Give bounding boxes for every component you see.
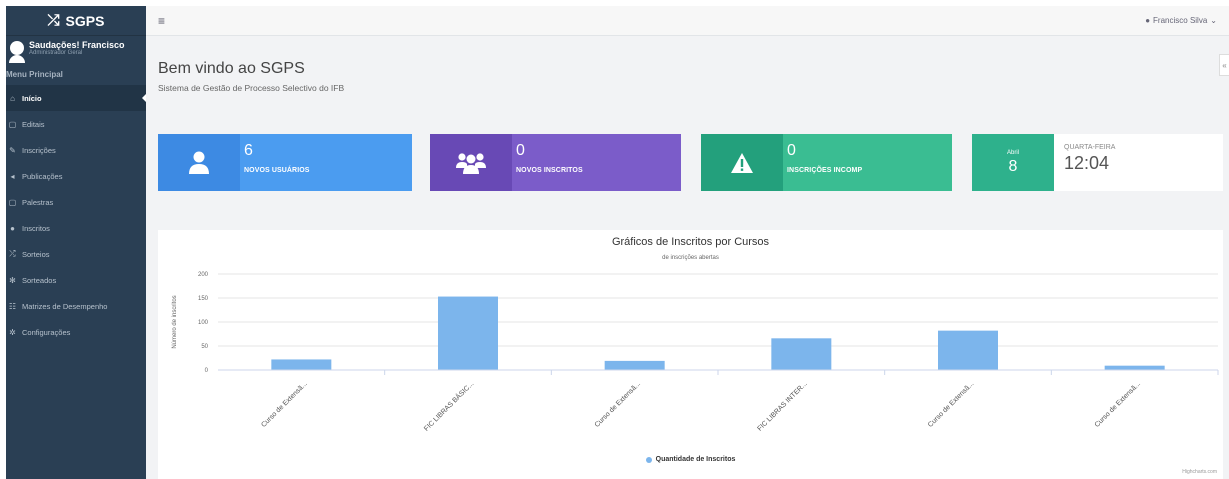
legend-marker — [645, 456, 652, 463]
tile-value: 6 — [244, 142, 253, 159]
tile-value: 0 — [516, 142, 525, 159]
main-content: Bem vindo ao SGPS Sistema de Gestão de P… — [146, 36, 1229, 479]
warning-icon — [701, 134, 783, 191]
user-icon: ● — [1145, 16, 1151, 25]
file-icon: ▢ — [8, 119, 17, 129]
sidebar-item-label: Inscrições — [22, 145, 56, 155]
calendar-day: 8 — [1008, 157, 1018, 175]
table-icon: ☷ — [8, 301, 17, 311]
edit-icon: ✎ — [9, 145, 16, 155]
y-tick-label: 150 — [198, 296, 209, 302]
y-tick-label: 50 — [201, 344, 208, 350]
top-nav: ≡ ● Francisco Silva ⌄ — [146, 6, 1229, 36]
chart-legend[interactable]: Quantidade de Inscritos — [158, 456, 1223, 463]
x-tick-label: Curso de Extensã... — [927, 380, 975, 428]
sidebar-item-label: Sorteios — [22, 249, 50, 259]
users-icon: ● — [10, 223, 15, 233]
tile-label: INSCRIÇÕES INCOMP — [787, 167, 863, 174]
user-role: Administrador Geral — [29, 50, 83, 57]
bar — [438, 296, 498, 370]
chevron-left-icon: « — [1222, 60, 1227, 70]
menu-toggle-icon[interactable]: ≡ — [158, 14, 165, 28]
home-icon: ⌂ — [10, 93, 15, 103]
x-tick-label: Curso de Extensã... — [594, 380, 642, 428]
tile-label: NOVOS INSCRITOS — [516, 167, 583, 174]
settings-toggle[interactable]: « — [1219, 54, 1229, 76]
page-title: Bem vindo ao SGPS — [158, 60, 305, 77]
page-subtitle: Sistema de Gestão de Processo Selectivo … — [158, 83, 345, 93]
sidebar-item-label: Configurações — [22, 327, 71, 337]
x-tick-label: FIC LIBRAS BÁSIC... — [422, 379, 476, 433]
menu-title: Menu Principal — [6, 70, 63, 79]
file-icon: ▢ — [8, 197, 17, 207]
tile-inscricoes-incompletas[interactable]: 0 INSCRIÇÕES INCOMP — [701, 134, 952, 191]
bar-chart: 0 50 100 150 200 Número de inscritos Curso de … — [172, 272, 1219, 433]
calendar-box: Abril 8 — [972, 134, 1054, 191]
brand-name: SGPS — [65, 12, 105, 29]
tile-label: NOVOS USUÁRIOS — [244, 167, 310, 174]
x-tick-label: FIC LIBRAS INTER... — [756, 380, 808, 432]
user-menu[interactable]: ● Francisco Silva ⌄ — [1145, 16, 1217, 25]
megaphone-icon: ◂ — [10, 171, 15, 181]
sidebar: ⤮ SGPS Saudações! Francisco Administrado… — [6, 6, 146, 479]
tile-value: 0 — [787, 142, 796, 159]
shuffle-icon: ⤮ — [9, 249, 16, 258]
bar — [604, 360, 665, 370]
tile-novos-inscritos[interactable]: 0 NOVOS INSCRITOS — [430, 134, 681, 191]
sidebar-item-label: Publicações — [22, 171, 63, 181]
chevron-down-icon: ⌄ — [1210, 16, 1217, 25]
y-tick-label: 0 — [205, 368, 209, 374]
bar — [1104, 365, 1165, 370]
cogs-icon: ✲ — [9, 327, 16, 337]
brand[interactable]: ⤮ SGPS — [6, 6, 146, 36]
sidebar-item-editais[interactable]: ▢ Editais — [6, 111, 146, 137]
sidebar-item-configuracoes[interactable]: ✲ Configurações — [6, 319, 146, 345]
sidebar-item-label: Palestras — [22, 197, 54, 207]
legend-label: Quantidade de Inscritos — [655, 456, 736, 463]
sidebar-item-inscricoes[interactable]: ✎ Inscrições — [6, 137, 146, 163]
sidebar-item-palestras[interactable]: ▢ Palestras — [6, 189, 146, 215]
weekday: QUARTA-FEIRA — [1064, 144, 1116, 151]
calendar-month: Abril — [1006, 149, 1019, 156]
app-root: ⤮ SGPS Saudações! Francisco Administrado… — [0, 0, 1229, 479]
shuffle-logo-icon: ⤮ — [47, 12, 60, 29]
user-icon — [158, 134, 240, 191]
tile-novos-usuarios[interactable]: 6 NOVOS USUÁRIOS — [158, 134, 412, 191]
sidebar-item-sorteados[interactable]: ✻ Sorteados — [6, 267, 146, 293]
sidebar-item-label: Inscritos — [22, 223, 50, 233]
y-axis-label: Número de inscritos — [172, 295, 178, 348]
sidebar-item-label: Matrizes de Desempenho — [22, 301, 108, 311]
group-icon — [430, 134, 512, 191]
tile-date-time: Abril 8 QUARTA-FEIRA 12:04 — [972, 134, 1223, 191]
sidebar-item-label: Editais — [22, 119, 45, 129]
sidebar-item-matrizes[interactable]: ☷ Matrizes de Desempenho — [6, 293, 146, 319]
greeting: Saudações! Francisco — [29, 40, 125, 50]
y-tick-label: 100 — [198, 320, 209, 326]
chart-panel: Gráficos de Inscritos por Cursos de insc… — [158, 230, 1223, 479]
clock-time: 12:04 — [1064, 153, 1110, 173]
x-tick-label: Curso de Extensã... — [260, 380, 308, 428]
profile: Saudações! Francisco Administrador Geral — [6, 36, 146, 66]
sidebar-item-inicio[interactable]: ⌂ Início — [6, 85, 146, 111]
sidebar-menu: ⌂ Início ▢ Editais ✎ Inscrições ◂ Publicaçõe… — [6, 85, 146, 345]
sidebar-item-label: Sorteados — [22, 275, 57, 285]
x-tick-label: Curso de Extensã... — [1094, 380, 1142, 428]
avatar — [9, 41, 25, 63]
gear-icon: ✻ — [9, 275, 16, 285]
bar — [771, 338, 832, 370]
chart-credits[interactable]: Highcharts.com — [1182, 469, 1217, 475]
bar — [271, 359, 332, 370]
bar — [938, 330, 998, 370]
sidebar-item-inscritos[interactable]: ● Inscritos — [6, 215, 146, 241]
user-name: Francisco Silva — [1153, 16, 1208, 25]
sidebar-item-sorteios[interactable]: ⤮ Sorteios — [6, 241, 146, 267]
y-tick-label: 200 — [198, 272, 209, 278]
sidebar-item-publicacoes[interactable]: ◂ Publicações — [6, 163, 146, 189]
sidebar-item-label: Início — [22, 93, 42, 103]
